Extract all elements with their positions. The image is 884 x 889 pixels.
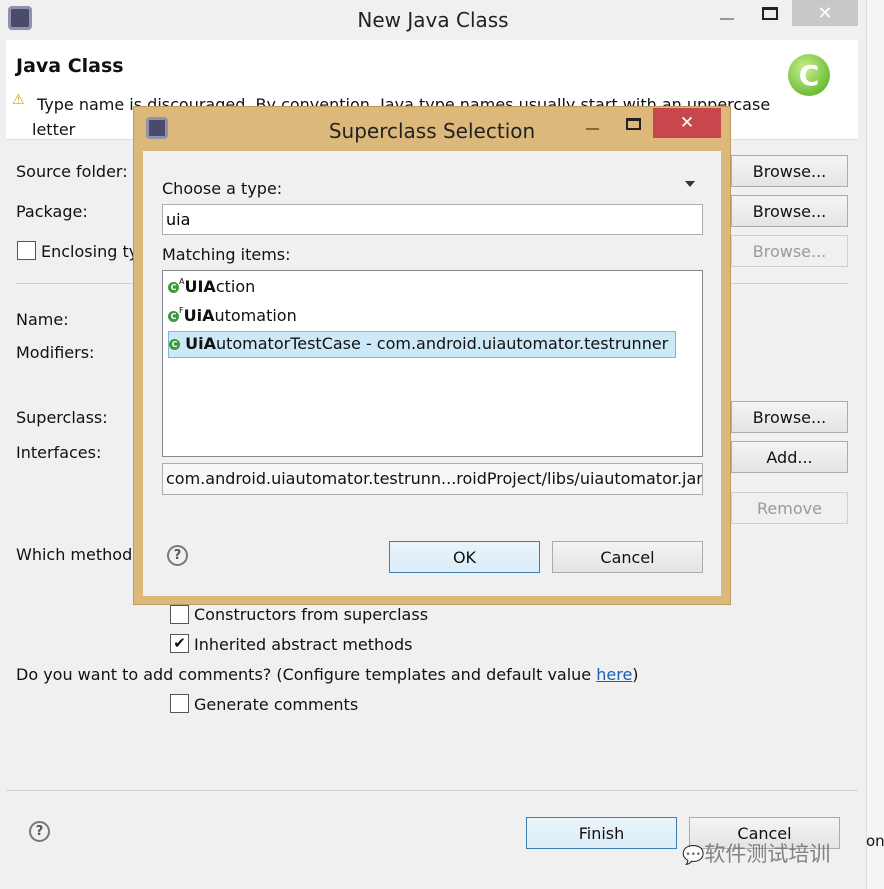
interfaces-label: Interfaces: (16, 443, 102, 462)
dialog-maximize-button[interactable] (621, 113, 645, 135)
browse-enclosing-button[interactable]: Browse... (731, 235, 848, 267)
superclass-dialog: Superclass Selection ✕ Choose a type: Ma… (133, 106, 731, 605)
list-item[interactable]: CAUIAction (168, 277, 255, 301)
maximize-button[interactable] (755, 2, 785, 24)
minimize-button[interactable] (712, 4, 742, 26)
browse-superclass-button[interactable]: Browse... (731, 401, 848, 433)
header-title: Java Class (16, 55, 124, 77)
right-edge-text: on (866, 832, 884, 850)
class-wizard-icon: C (788, 54, 830, 96)
superclass-label: Superclass: (16, 408, 108, 427)
list-item-selected[interactable]: C UiAutomatorTestCase - com.android.uiau… (168, 331, 676, 358)
comments-text-end: ) (632, 665, 639, 684)
inherited-label: Inherited abstract methods (194, 635, 413, 654)
inherited-checkbox[interactable]: ✔ (170, 634, 189, 653)
menu-dropdown-icon[interactable] (685, 181, 695, 187)
class-icon: C (168, 282, 179, 293)
matching-items-label: Matching items: (162, 245, 291, 264)
constructors-checkbox[interactable] (170, 605, 189, 624)
generate-comments-checkbox[interactable] (170, 694, 189, 713)
package-label: Package: (16, 202, 88, 221)
choose-type-label: Choose a type: (162, 179, 283, 198)
warning-text-cont: letter (32, 120, 76, 139)
modifiers-label: Modifiers: (16, 343, 95, 362)
dialog-help-icon[interactable]: ? (167, 545, 188, 566)
list-item[interactable]: CFUiAutomation (168, 306, 297, 330)
matching-items-list[interactable]: CAUIAction CFUiAutomation C UiAutomatorT… (162, 270, 703, 457)
comments-text: Do you want to add comments? (Configure … (16, 665, 597, 684)
comments-question: Do you want to add comments? (Configure … (16, 665, 639, 684)
class-icon: C (168, 311, 179, 322)
class-icon: C (169, 339, 180, 350)
browse-package-button[interactable]: Browse... (731, 195, 848, 227)
footer-separator (6, 790, 858, 791)
type-search-input[interactable] (162, 204, 703, 235)
watermark: 💬软件测试培训 (682, 842, 831, 866)
browse-source-button[interactable]: Browse... (731, 155, 848, 187)
right-edge-strip (866, 0, 884, 889)
enclosing-type-checkbox[interactable] (17, 241, 36, 260)
dialog-cancel-button[interactable]: Cancel (552, 541, 703, 573)
dialog-body: Choose a type: Matching items: CAUIActio… (143, 151, 721, 596)
source-folder-label: Source folder: (16, 162, 128, 181)
name-label: Name: (16, 310, 69, 329)
wechat-icon: 💬 (682, 845, 705, 866)
warning-icon: ⚠ (12, 92, 25, 108)
main-titlebar: New Java Class ✕ (0, 0, 884, 38)
generate-comments-label: Generate comments (194, 695, 359, 714)
dialog-close-button[interactable]: ✕ (653, 108, 721, 138)
help-icon[interactable]: ? (29, 821, 50, 842)
dialog-minimize-button[interactable] (580, 115, 604, 137)
constructors-label: Constructors from superclass (194, 605, 429, 624)
add-interface-button[interactable]: Add... (731, 441, 848, 473)
status-field: com.android.uiautomator.testrunn...roidP… (162, 463, 703, 495)
close-button[interactable]: ✕ (792, 0, 858, 26)
ok-button[interactable]: OK (389, 541, 540, 573)
finish-button[interactable]: Finish (526, 817, 677, 849)
remove-interface-button[interactable]: Remove (731, 492, 848, 524)
here-link[interactable]: here (596, 665, 632, 684)
